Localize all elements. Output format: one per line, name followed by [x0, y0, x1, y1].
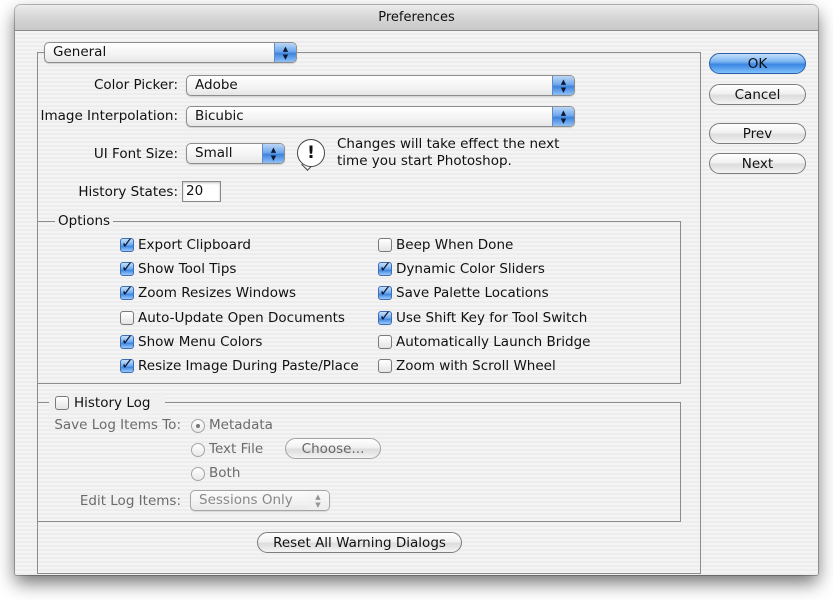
option-checkbox[interactable] [378, 359, 392, 373]
radio-both-label: Both [209, 465, 241, 481]
restart-notice: Changes will take effect the next time y… [337, 136, 559, 170]
option-label: Save Palette Locations [396, 285, 549, 302]
history-states-label: History States: [78, 184, 178, 200]
option-checkbox[interactable]: ✓ [120, 355, 134, 373]
option-checkbox[interactable] [378, 334, 392, 349]
radio-selected-dot [196, 424, 200, 428]
edit-log-items-popup[interactable]: Sessions Only ▲ ▼ [190, 490, 330, 511]
checkmark-icon: ✓ [121, 330, 134, 349]
option-checkbox[interactable]: ✓ [120, 234, 134, 252]
choose-button[interactable]: Choose... [285, 438, 381, 459]
checkmark-icon: ✓ [121, 258, 134, 277]
color-picker-popup[interactable]: Adobe ▲ ▼ [186, 75, 575, 96]
section-popup-value: General [53, 44, 107, 60]
history-states-input[interactable]: 20 [182, 181, 221, 202]
exclamation-icon: ! [297, 139, 325, 167]
image-interpolation-value: Bicubic [195, 108, 244, 124]
radio-both[interactable] [191, 467, 205, 481]
option-label: Use Shift Key for Tool Switch [396, 309, 588, 326]
color-picker-label: Color Picker: [93, 77, 178, 93]
checkmark-icon: ✓ [379, 258, 392, 277]
option-label: Automatically Launch Bridge [396, 333, 591, 350]
save-log-items-label: Save Log Items To: [54, 417, 181, 433]
option-checkbox[interactable]: ✓ [120, 258, 134, 277]
image-interpolation-popup[interactable]: Bicubic ▲ ▼ [186, 106, 575, 127]
checkmark-icon: ✓ [379, 282, 392, 301]
ui-font-size-popup[interactable]: Small ▲ ▼ [186, 143, 285, 164]
updown-arrows-icon: ▲ ▼ [274, 43, 296, 62]
radio-text-file-label: Text File [209, 441, 264, 457]
option-checkbox[interactable]: ✓ [378, 282, 392, 301]
cancel-button[interactable]: Cancel [709, 84, 806, 105]
edit-log-items-value: Sessions Only [199, 492, 293, 508]
color-picker-value: Adobe [195, 77, 238, 93]
checkmark-icon: ✓ [379, 306, 392, 325]
checkmark-icon: ✓ [121, 355, 134, 373]
checkmark-icon: ✓ [121, 282, 134, 301]
updown-arrows-icon: ▲ ▼ [552, 107, 574, 126]
image-interpolation-label: Image Interpolation: [40, 108, 178, 124]
edit-log-items-label: Edit Log Items: [79, 493, 181, 509]
preferences-dialog: Preferences General ▲ ▼ Color Picker: Ado… [15, 5, 818, 575]
section-popup[interactable]: General ▲ ▼ [44, 42, 297, 63]
restart-notice-line1: Changes will take effect the next [337, 136, 560, 152]
option-checkbox[interactable] [120, 310, 134, 325]
prev-button[interactable]: Prev [709, 123, 806, 144]
option-label: Resize Image During Paste/Place [138, 358, 359, 374]
ui-font-size-label: UI Font Size: [93, 146, 178, 162]
option-label: Auto-Update Open Documents [138, 309, 345, 326]
window-title: Preferences [378, 10, 455, 25]
option-label: Zoom with Scroll Wheel [396, 358, 556, 374]
ok-button[interactable]: OK [709, 53, 806, 74]
radio-metadata-label: Metadata [209, 417, 273, 433]
updown-arrows-icon: ▲ ▼ [307, 491, 329, 510]
history-log-title: History Log [74, 395, 151, 411]
title-bar[interactable]: Preferences [15, 5, 818, 31]
updown-arrows-icon: ▲ ▼ [552, 76, 574, 95]
option-checkbox[interactable] [378, 238, 392, 252]
history-log-checkbox[interactable] [55, 396, 69, 410]
option-label: Export Clipboard [138, 237, 251, 253]
radio-text-file[interactable] [191, 443, 205, 457]
reset-warning-dialogs-button[interactable]: Reset All Warning Dialogs [257, 532, 462, 553]
option-label: Show Menu Colors [138, 333, 263, 350]
option-checkbox[interactable]: ✓ [120, 331, 134, 349]
checkmark-icon: ✓ [121, 234, 134, 252]
option-label: Zoom Resizes Windows [138, 285, 297, 302]
option-label: Dynamic Color Sliders [396, 261, 545, 278]
option-label: Show Tool Tips [138, 261, 237, 278]
restart-notice-line2: time you start Photoshop. [337, 153, 512, 169]
option-checkbox[interactable]: ✓ [120, 282, 134, 301]
next-button[interactable]: Next [709, 153, 806, 174]
radio-metadata[interactable] [191, 419, 205, 433]
updown-arrows-icon: ▲ ▼ [262, 144, 284, 163]
option-label: Beep When Done [396, 237, 514, 253]
option-checkbox[interactable]: ✓ [378, 307, 392, 325]
option-checkbox[interactable]: ✓ [378, 258, 392, 277]
options-group-title: Options [55, 213, 114, 229]
ui-font-size-value: Small [195, 145, 233, 161]
